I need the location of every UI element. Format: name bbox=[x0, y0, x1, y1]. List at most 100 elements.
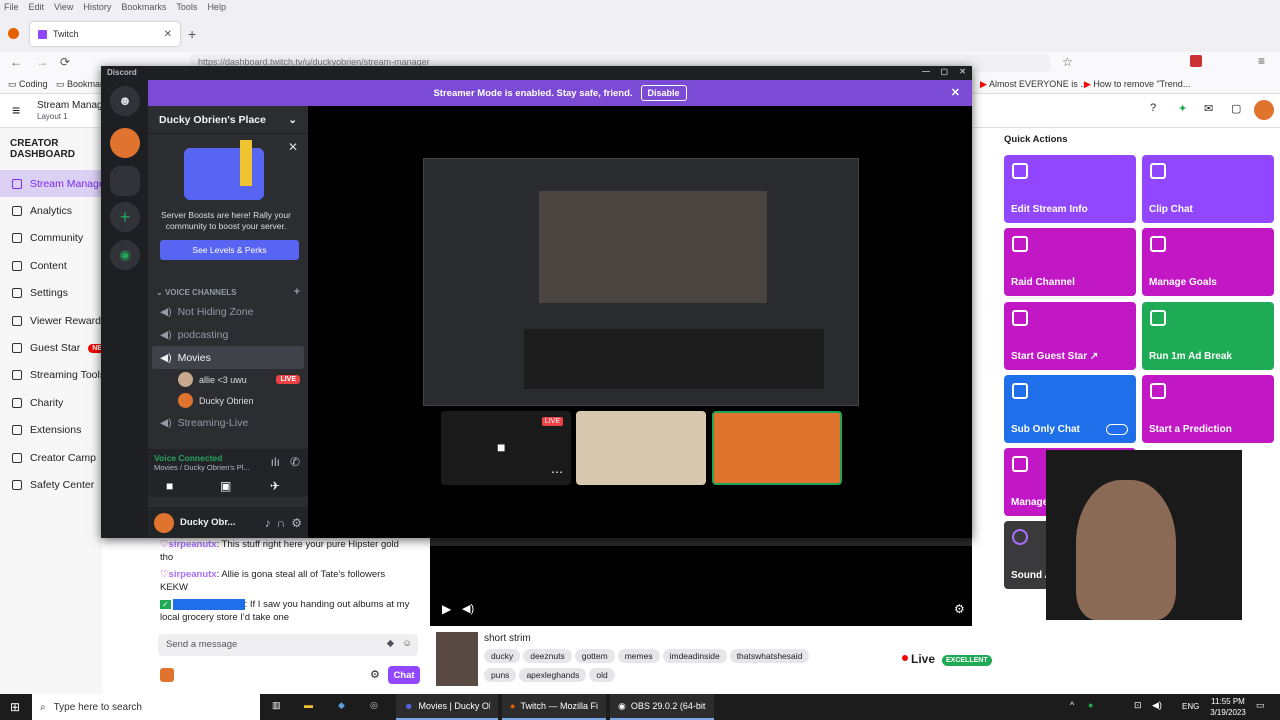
chat-settings-icon[interactable]: ⚙ bbox=[370, 668, 380, 681]
server-folder-icon[interactable] bbox=[110, 166, 140, 196]
menu-tools[interactable]: Tools bbox=[176, 2, 197, 12]
menu-help[interactable]: Help bbox=[207, 2, 226, 12]
taskbar-firefox[interactable]: ● Twitch — Mozilla Fi... bbox=[502, 694, 606, 720]
sparkle-icon[interactable]: ✦ bbox=[1178, 102, 1187, 115]
sidebar-item-guest-star[interactable]: Guest Star NEW bbox=[0, 334, 102, 361]
new-tab-button[interactable]: + bbox=[188, 26, 196, 42]
sidebar-item-streaming-tools[interactable]: Streaming Tools bbox=[0, 362, 102, 389]
notifications-icon[interactable]: ▭ bbox=[1256, 700, 1265, 711]
forward-icon[interactable]: → bbox=[36, 55, 48, 69]
camera-icon[interactable]: ■ bbox=[166, 479, 173, 493]
tag[interactable]: imdeadinside bbox=[662, 649, 727, 663]
voice-channel-not-hiding-zone[interactable]: ◀) Not Hiding Zone bbox=[148, 300, 308, 323]
start-guest-star-button[interactable]: Start Guest Star ↗ bbox=[1004, 302, 1136, 370]
bookmark-youtube-2[interactable]: ▶ How to remove "Trend... bbox=[1084, 79, 1190, 90]
bookmark-star-icon[interactable]: ☆ bbox=[1062, 55, 1073, 69]
start-prediction-button[interactable]: Start a Prediction bbox=[1142, 375, 1274, 443]
tray-chevron-icon[interactable]: ^ bbox=[1070, 700, 1074, 710]
tray-app-icon[interactable]: ● bbox=[1088, 700, 1093, 710]
see-levels-perks-button[interactable]: See Levels & Perks bbox=[160, 240, 299, 260]
participant-tile-cat[interactable] bbox=[576, 411, 706, 485]
discord-home-icon[interactable]: ☻ bbox=[110, 86, 140, 116]
points-icon[interactable] bbox=[160, 668, 174, 682]
menu-view[interactable]: View bbox=[54, 2, 73, 12]
player-settings-icon[interactable]: ⚙ bbox=[954, 602, 965, 616]
screenshare-icon[interactable]: ▣ bbox=[220, 479, 231, 493]
raid-channel-button[interactable]: Raid Channel bbox=[1004, 228, 1136, 296]
banner-close-icon[interactable]: ✕ bbox=[951, 86, 960, 99]
chat-button[interactable]: Chat bbox=[388, 666, 420, 684]
task-view-icon[interactable]: ▥ bbox=[272, 700, 281, 711]
sub-only-toggle[interactable] bbox=[1106, 424, 1128, 435]
emote-icon[interactable]: ☺ bbox=[402, 638, 412, 649]
sidebar-item-safety-center[interactable]: Safety Center bbox=[0, 471, 102, 498]
explore-icon[interactable]: ◉ bbox=[110, 240, 140, 270]
server-header[interactable]: Ducky Obrien's Place ⌄ bbox=[148, 106, 308, 134]
chat-username[interactable]: sirpeanutx bbox=[169, 539, 217, 550]
bits-icon[interactable]: ◆ bbox=[387, 638, 394, 649]
voice-channel-movies[interactable]: ◀) Movies bbox=[152, 346, 304, 369]
voice-channel-podcasting[interactable]: ◀) podcasting bbox=[148, 323, 308, 346]
voice-user-allie[interactable]: allie <3 uwu LIVE bbox=[148, 369, 308, 390]
bookmark-coding[interactable]: ▭ Coding bbox=[8, 79, 48, 90]
back-icon[interactable]: ← bbox=[10, 55, 22, 69]
inbox-icon[interactable]: ✉ bbox=[1204, 102, 1213, 115]
tag[interactable]: memes bbox=[617, 649, 660, 663]
tag[interactable]: thatswhatshesaid bbox=[729, 649, 810, 663]
tag[interactable]: gottem bbox=[574, 649, 615, 663]
taskbar-search[interactable]: ⌕ Type here to search bbox=[32, 694, 260, 720]
whispers-icon[interactable]: ▢ bbox=[1231, 102, 1241, 115]
network-icon[interactable]: ⊡ bbox=[1134, 700, 1142, 711]
chat-username[interactable]: sirpeanutx bbox=[169, 569, 217, 580]
play-icon[interactable]: ▶ bbox=[442, 602, 451, 616]
close-icon[interactable]: ✕ bbox=[959, 67, 966, 76]
activity-icon[interactable]: ✈ bbox=[270, 479, 280, 493]
voice-channel-streaming-live[interactable]: ◀) Streaming-Live bbox=[148, 411, 308, 434]
headphones-icon[interactable]: ∩ bbox=[277, 516, 286, 530]
reload-icon[interactable]: ⟳ bbox=[60, 55, 70, 69]
sidebar-item-viewer-rewards[interactable]: Viewer Rewards bbox=[0, 307, 102, 334]
add-server-icon[interactable]: + bbox=[110, 202, 140, 232]
run-ad-break-button[interactable]: Run 1m Ad Break bbox=[1142, 302, 1274, 370]
voice-channels-header[interactable]: ⌄ VOICE CHANNELS + bbox=[148, 284, 308, 300]
stream-preview-player[interactable]: ▶ ◀) ⚙ ⛶ bbox=[430, 536, 982, 626]
avatar[interactable] bbox=[1254, 100, 1274, 120]
maximize-icon[interactable]: ▢ bbox=[940, 67, 948, 76]
menu-hamburger-icon[interactable]: ≡ bbox=[1258, 54, 1265, 68]
pinned-app-icon[interactable]: ◆ bbox=[338, 700, 345, 711]
participant-tile-allie[interactable]: LIVE ■ ⋯ bbox=[441, 411, 571, 485]
disconnect-icon[interactable]: ✆ bbox=[290, 455, 300, 469]
file-explorer-icon[interactable]: ▬ bbox=[304, 700, 313, 710]
language-indicator[interactable]: ENG bbox=[1182, 702, 1199, 711]
participant-tile-ducky[interactable] bbox=[712, 411, 842, 485]
pinned-app-icon-2[interactable]: ◎ bbox=[370, 700, 378, 711]
sidebar-item-extensions[interactable]: Extensions bbox=[0, 417, 102, 444]
signal-icon[interactable]: ılı bbox=[271, 455, 280, 469]
clock[interactable]: 11:55 PM 3/19/2023 bbox=[1206, 696, 1250, 718]
sidebar-item-analytics[interactable]: Analytics bbox=[0, 197, 102, 224]
help-icon[interactable]: ? bbox=[1150, 102, 1156, 114]
extensions-icon[interactable] bbox=[1190, 55, 1202, 67]
more-options-icon[interactable]: ⋯ bbox=[551, 465, 563, 479]
screenshare-stream[interactable] bbox=[423, 158, 859, 406]
voice-user-ducky[interactable]: Ducky Obrien bbox=[148, 390, 308, 411]
sidebar-item-content[interactable]: Content bbox=[0, 252, 102, 279]
disable-streamer-mode-button[interactable]: Disable bbox=[640, 85, 687, 101]
chat-input[interactable]: Send a message ◆ ☺ bbox=[158, 634, 418, 656]
menu-history[interactable]: History bbox=[83, 2, 111, 12]
fullscreen-icon[interactable]: ⛶ bbox=[974, 602, 982, 617]
firefox-logo-icon[interactable] bbox=[8, 28, 19, 39]
tag[interactable]: ducky bbox=[484, 649, 521, 663]
edit-stream-info-button[interactable]: Edit Stream Info bbox=[1004, 155, 1136, 223]
sidebar-item-settings[interactable]: Settings bbox=[0, 280, 102, 307]
menu-edit[interactable]: Edit bbox=[29, 2, 45, 12]
volume-icon[interactable]: ◀) bbox=[462, 602, 474, 615]
chat-username-hidden[interactable]: xxxxxxxxxxxxxxx bbox=[173, 599, 245, 610]
manage-goals-button[interactable]: Manage Goals bbox=[1142, 228, 1274, 296]
clip-chat-button[interactable]: Clip Chat bbox=[1142, 155, 1274, 223]
layout-label[interactable]: Layout 1 bbox=[37, 112, 68, 121]
sub-only-chat-button[interactable]: Sub Only Chat bbox=[1004, 375, 1136, 443]
taskbar-obs[interactable]: ◉ OBS 29.0.2 (64-bit, ... bbox=[610, 694, 714, 720]
sidebar-item-charity[interactable]: Charity bbox=[0, 389, 102, 416]
sidebar-item-stream-manager[interactable]: Stream Manager bbox=[0, 170, 102, 198]
